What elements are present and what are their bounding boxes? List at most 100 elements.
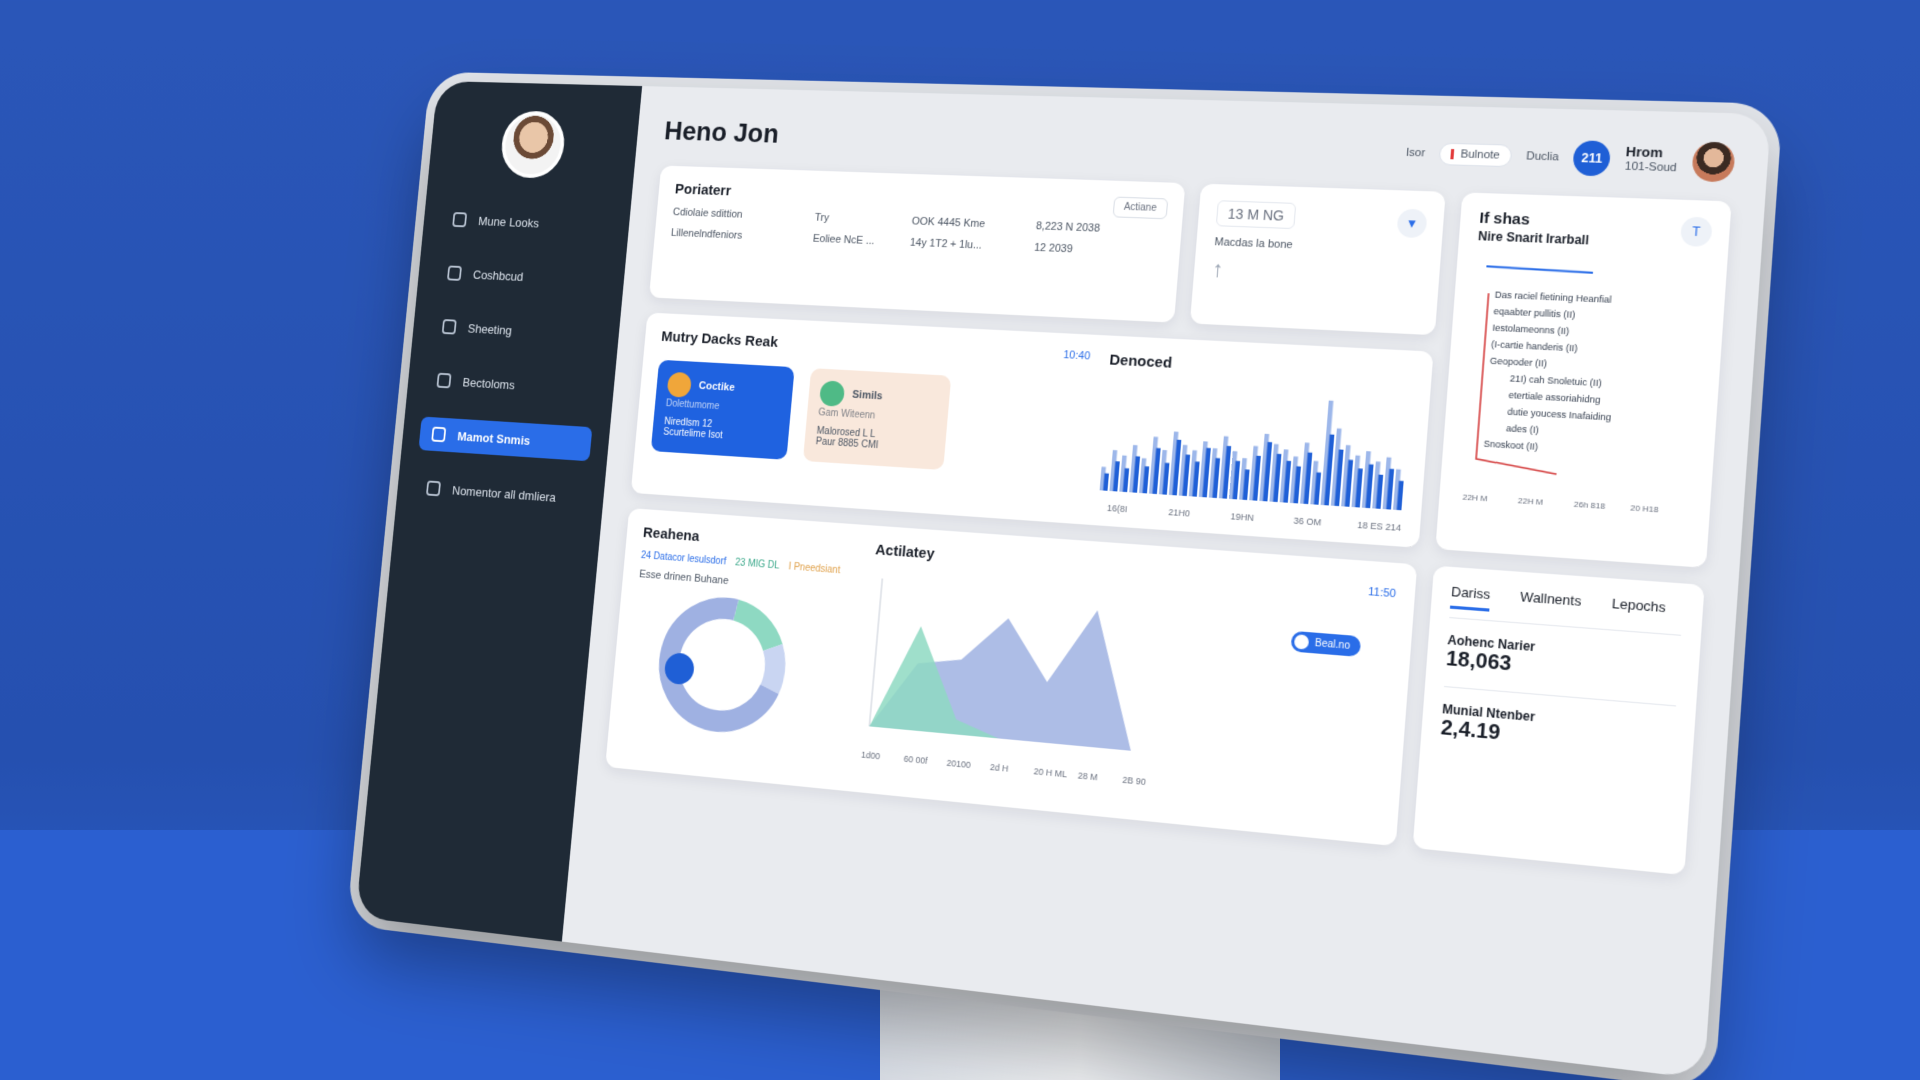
decks-card: Mutry Dacks Reak 10:40 Coctike Dolettumo… [631,313,1434,548]
trend-chart: Das raciel fietining Heanfialeqaabter pu… [1457,252,1703,525]
header-link-duclia[interactable]: Duclia [1526,150,1559,163]
x-tick-label: 2d H [990,761,1009,773]
users-icon [447,265,462,280]
stat-caption: Macdas la bone [1214,236,1423,256]
user-avatar[interactable] [1691,141,1736,182]
x-tick-label: 22H M [1518,496,1544,508]
trend-note: etertiale assoriahidng [1508,389,1601,405]
header-pill-bulnote[interactable]: Bulnote [1439,143,1512,168]
clock-icon [426,480,441,496]
trend-line-blue [1486,266,1593,272]
monitor-screen: Mune Looks Coshbcud Sheeting Bectoloms M… [356,81,1771,1079]
dashboard-grid: Poriaterr Actiane Cdiolaie sdittion Try … [605,166,1731,876]
reahena-title: Reahena [642,524,853,556]
deck-cards: Coctike Dolettumome Niredlsm 12 Scurteli… [651,360,1088,479]
sidebar-item-mune-looks[interactable]: Mune Looks [439,202,613,242]
user-info: Hrom 101-Soud [1624,144,1678,177]
x-tick-label: 1d00 [861,749,881,761]
chevron-down-icon[interactable]: ▼ [1396,209,1427,239]
x-tick-label: 22H M [1462,492,1488,504]
decks-time: 10:40 [1062,349,1091,377]
trend-note: eqaabter pullitis (II) [1493,305,1576,320]
x-tick-label: 20 H ML [1033,766,1067,780]
sidebar-item-label: Bectoloms [462,375,515,392]
sidebar-item-coshbcud[interactable]: Coshbcud [434,256,608,297]
table-cell: 8,223 N 2038 [1036,220,1165,237]
table-cell: Try [814,212,912,227]
trend-note: dutie youcess Inafaiding [1507,406,1612,423]
toggle-switch[interactable]: Beal.no [1291,631,1362,657]
main-area: Heno Jon Isor Bulnote Duclia 211 Hrom 10… [562,86,1771,1079]
x-tick-label: 28 M [1077,770,1098,783]
table-cell: OOK 4445 Kme [911,216,1036,232]
activity-title: Actilatey [875,541,935,562]
home-icon [452,212,467,227]
donut-chart [624,580,820,751]
notification-badge[interactable]: 211 [1572,140,1611,176]
sidebar-item-label: Nomentor all dmliera [452,483,557,504]
page-title: Heno Jon [663,116,780,150]
sidebar-nav: Mune Looks Coshbcud Sheeting Bectoloms M… [413,202,613,516]
header-link-isor[interactable]: Isor [1406,147,1426,160]
header-controls: Isor Bulnote Duclia 211 Hrom 101-Soud [1405,134,1736,183]
sidebar-item-label: Mune Looks [478,214,540,230]
x-tick-label: 16(8I [1107,502,1128,514]
sidebar-item-nomentor[interactable]: Nomentor all dmliera [413,470,587,516]
sidebar-item-label: Sheeting [467,321,512,337]
trend-note: Geopoder (II) [1490,355,1548,369]
sidebar-item-mamot-snmis[interactable]: Mamot Snmis [418,417,592,462]
chart-icon [431,427,446,443]
x-tick-label: 18 ES 214 [1357,519,1402,533]
trend-note: 21I) cah Snoletuic (II) [1509,373,1602,389]
x-tick-label: 60 00f [903,753,928,766]
tab-wallnents[interactable]: Wallnents [1519,589,1582,619]
deck-card-title: Simils [852,389,883,402]
table-cell: Lillenelndfeniors [670,227,813,244]
legend-item: I Pneedsiant [788,562,840,577]
legend-item: 23 MIG DL [735,557,780,571]
stat-card: 13 M NG ▼ Macdas la bone ↑ [1190,184,1446,336]
activity-time: 11:50 [1368,585,1397,600]
trend-note: (I-cartie handeris (II) [1491,339,1579,354]
user-name: Hrom [1625,144,1678,162]
avatar[interactable] [499,110,567,179]
x-tick-label: 26h 818 [1573,499,1605,511]
tab-dariss[interactable]: Dariss [1450,584,1491,612]
decks-title: Mutry Dacks Reak [661,328,779,350]
x-tick-label: 20100 [946,757,971,770]
tab-lepochs[interactable]: Lepochs [1611,595,1667,625]
x-tick-label: 36 OM [1293,515,1322,528]
sidebar-item-label: Coshbcud [472,267,523,283]
table-cell: Eoliee NcE ... [812,233,910,249]
tab-bar: Dariss Wallnents Lepochs [1449,584,1683,636]
user-sub: 101-Soud [1624,161,1677,177]
deck-card-title: Coctike [698,380,735,394]
table-cell: Cdiolaie sdittion [672,207,815,224]
actions-button[interactable]: Actiane [1112,197,1168,220]
x-tick-label: 19HN [1230,511,1254,523]
trend-note: Iestolameonns (II) [1492,322,1570,337]
analytics-card: Reahena 24 Datacor lesulsdorf 23 MIG DL … [605,508,1417,846]
divider [1444,686,1676,706]
deck-card-blue[interactable]: Coctike Dolettumome Niredlsm 12 Scurteli… [651,360,795,460]
bulb-icon [667,372,693,398]
portfolio-table: Cdiolaie sdittion Try OOK 4445 Kme 8,223… [670,207,1164,259]
trend-note: Snoskoot (II) [1483,438,1538,452]
table-cell: 14y 1T2 + 1lu... [909,237,1034,254]
y-axis [869,579,882,727]
toggle-knob [1294,634,1310,650]
x-tick-label: 2B 90 [1122,774,1147,787]
sidebar-item-sheeting[interactable]: Sheeting [429,309,603,352]
sidebar-item-bectoloms[interactable]: Bectoloms [424,363,598,407]
trend-note: Das raciel fietining Heanfial [1494,289,1612,305]
table-cell: 12 2039 [1034,242,1163,259]
denoced-title: Denoced [1109,352,1414,385]
sidebar-item-label: Mamot Snmis [457,429,531,448]
arrow-up-icon: ↑ [1211,256,1421,291]
bar-chart: 16(8I 21H0 19HN 36 OM 18 ES 214 [1096,378,1411,539]
deck-card-peach[interactable]: Simils Gam Witeenn Malorosed L L Paur 88… [803,368,951,470]
area-chart: 1d00 60 00f 20100 2d H 20 H ML 28 M 2B 90 [856,568,1164,793]
x-tick-label: 20 H18 [1630,503,1659,515]
trend-note: ades (I) [1506,423,1540,436]
portfolio-card: Poriaterr Actiane Cdiolaie sdittion Try … [649,166,1185,323]
